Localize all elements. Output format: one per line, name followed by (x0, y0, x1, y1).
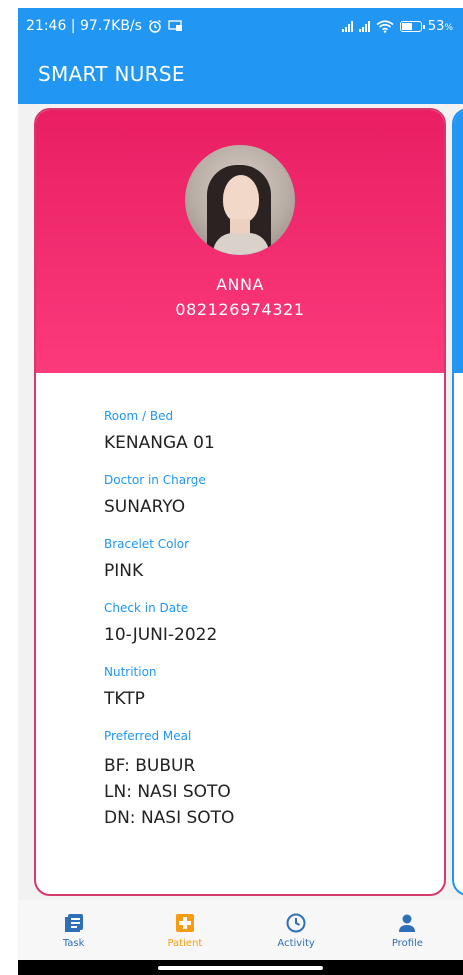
meal-dinner: DN: NASI SOTO (104, 808, 235, 828)
status-right: 53% (341, 18, 453, 34)
task-list-icon (64, 913, 83, 932)
nav-activity[interactable]: Activity (251, 912, 341, 949)
app-title: SMART NURSE (38, 62, 185, 86)
status-left: 21:46 | 97.7KB/s (26, 18, 183, 34)
check-in-date-value: 10-JUNI-2022 (104, 625, 218, 645)
preferred-meal-label: Preferred Meal (104, 729, 192, 743)
patient-card-body: Room / Bed KENANGA 01 Doctor in Charge S… (36, 373, 444, 831)
clock-icon (286, 913, 306, 932)
patient-cross-icon (175, 913, 194, 932)
nav-task[interactable]: Task (29, 912, 119, 949)
next-patient-card[interactable] (452, 108, 463, 896)
nav-profile-label: Profile (391, 937, 423, 949)
phone-screen: 21:46 | 97.7KB/s 53% SMART NURSE ANNA 08… (18, 8, 463, 975)
nutrition-label: Nutrition (104, 665, 157, 679)
nav-activity-label: Activity (277, 937, 315, 949)
check-in-date-label: Check in Date (104, 601, 189, 615)
patient-phone: 082126974321 (175, 300, 305, 319)
battery-icon (399, 20, 425, 32)
room-bed-value: KENANGA 01 (104, 433, 215, 453)
room-bed-label: Room / Bed (104, 409, 174, 423)
bracelet-color-value: PINK (104, 561, 144, 581)
wifi-icon (376, 19, 394, 33)
nav-profile[interactable]: Profile (362, 912, 452, 949)
bottom-navigation: Task Patient Activity Profile (18, 900, 463, 960)
app-bar: SMART NURSE (18, 44, 463, 104)
nutrition-value: TKTP (104, 689, 145, 709)
status-time-speed: 21:46 | 97.7KB/s (26, 18, 142, 34)
bracelet-color-label: Bracelet Color (104, 537, 190, 551)
home-indicator[interactable] (158, 966, 323, 970)
patient-card[interactable]: ANNA 082126974321 Room / Bed KENANGA 01 … (34, 108, 446, 896)
nav-patient-label: Patient (167, 937, 203, 949)
signal-icon (341, 20, 353, 32)
signal-icon-2 (358, 20, 370, 32)
person-icon (399, 914, 416, 932)
nav-patient[interactable]: Patient (140, 912, 230, 949)
doctor-label: Doctor in Charge (104, 473, 206, 487)
status-bar: 21:46 | 97.7KB/s 53% (18, 8, 463, 44)
alarm-icon (149, 19, 161, 33)
nav-task-label: Task (62, 937, 85, 949)
meal-lunch: LN: NASI SOTO (104, 782, 231, 802)
patient-name: ANNA (216, 275, 264, 294)
system-gesture-bar (18, 960, 463, 975)
doctor-value: SUNARYO (104, 497, 186, 517)
patient-card-header: ANNA 082126974321 (36, 110, 444, 373)
battery-percent: 53% (427, 18, 453, 34)
meal-breakfast: BF: BUBUR (104, 756, 196, 776)
patient-avatar (185, 145, 295, 255)
screen-cast-icon (168, 20, 182, 31)
